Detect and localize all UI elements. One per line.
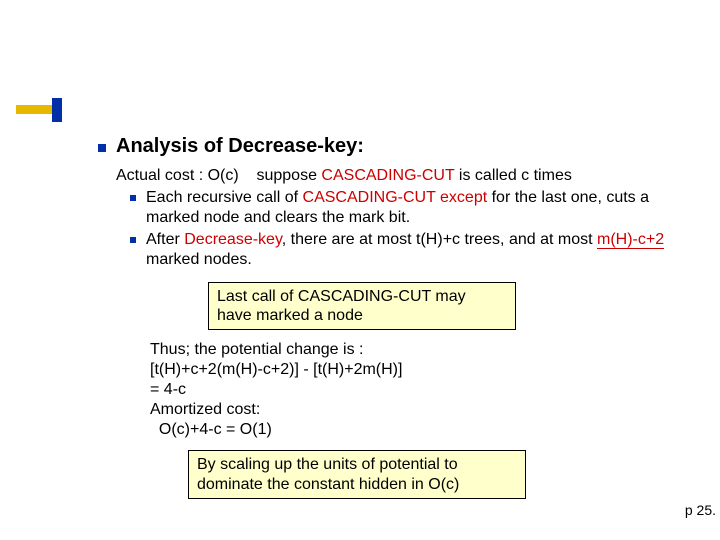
callout1-line1: Last call of CASCADING-CUT may: [217, 288, 466, 305]
thus-line-5: O(c)+4-c = O(1): [150, 420, 700, 440]
deco-blue-bar: [52, 98, 62, 122]
sub-item-1: Each recursive call of CASCADING-CUT exc…: [130, 188, 700, 228]
sub-item-1-text: Each recursive call of CASCADING-CUT exc…: [146, 188, 700, 228]
slide-content: Analysis of Decrease-key: Actual cost : …: [98, 135, 700, 499]
callout1-line2: have marked a node: [217, 307, 363, 324]
page-number: p 25.: [685, 502, 716, 518]
callout-scaling: By scaling up the units of potential to …: [188, 450, 526, 498]
thus-line-1: Thus; the potential change is :: [150, 340, 700, 360]
cost-text-b: is called c times: [454, 167, 571, 184]
bullet-icon: [130, 237, 136, 243]
thus-line-2: [t(H)+c+2(m(H)-c+2)] - [t(H)+2m(H)]: [150, 360, 700, 380]
callout2-line2: dominate the constant hidden in O(c): [197, 476, 459, 493]
callout2-line1: By scaling up the units of potential to: [197, 456, 458, 473]
cascading-cut-term: CASCADING-CUT: [321, 167, 454, 184]
heading-row: Analysis of Decrease-key:: [98, 135, 700, 158]
thus-line-3: = 4-c: [150, 380, 700, 400]
except-term: except: [440, 189, 487, 206]
bullet-icon: [130, 195, 136, 201]
cost-text-a: Actual cost : O(c) suppose: [116, 167, 321, 184]
callout-2-wrap: By scaling up the units of potential to …: [188, 450, 700, 498]
callout-last-call: Last call of CASCADING-CUT may have mark…: [208, 282, 516, 330]
bullet-icon: [98, 144, 106, 152]
cascading-cut-term: CASCADING-CUT: [303, 189, 436, 206]
slide-heading: Analysis of Decrease-key:: [116, 135, 364, 158]
body-block: Actual cost : O(c) suppose CASCADING-CUT…: [116, 166, 700, 270]
potential-change-block: Thus; the potential change is : [t(H)+c+…: [150, 340, 700, 440]
slide-corner-decoration: [16, 98, 84, 122]
sub-bullet-list: Each recursive call of CASCADING-CUT exc…: [130, 188, 700, 270]
marked-formula: m(H)-c+2: [597, 231, 664, 249]
thus-line-4: Amortized cost:: [150, 400, 700, 420]
callout-1-wrap: Last call of CASCADING-CUT may have mark…: [208, 282, 700, 330]
actual-cost-line: Actual cost : O(c) suppose CASCADING-CUT…: [116, 166, 700, 186]
sub-item-2: After Decrease-key, there are at most t(…: [130, 230, 700, 270]
decrease-key-term: Decrease-key: [184, 231, 282, 248]
sub-item-2-text: After Decrease-key, there are at most t(…: [146, 230, 700, 270]
